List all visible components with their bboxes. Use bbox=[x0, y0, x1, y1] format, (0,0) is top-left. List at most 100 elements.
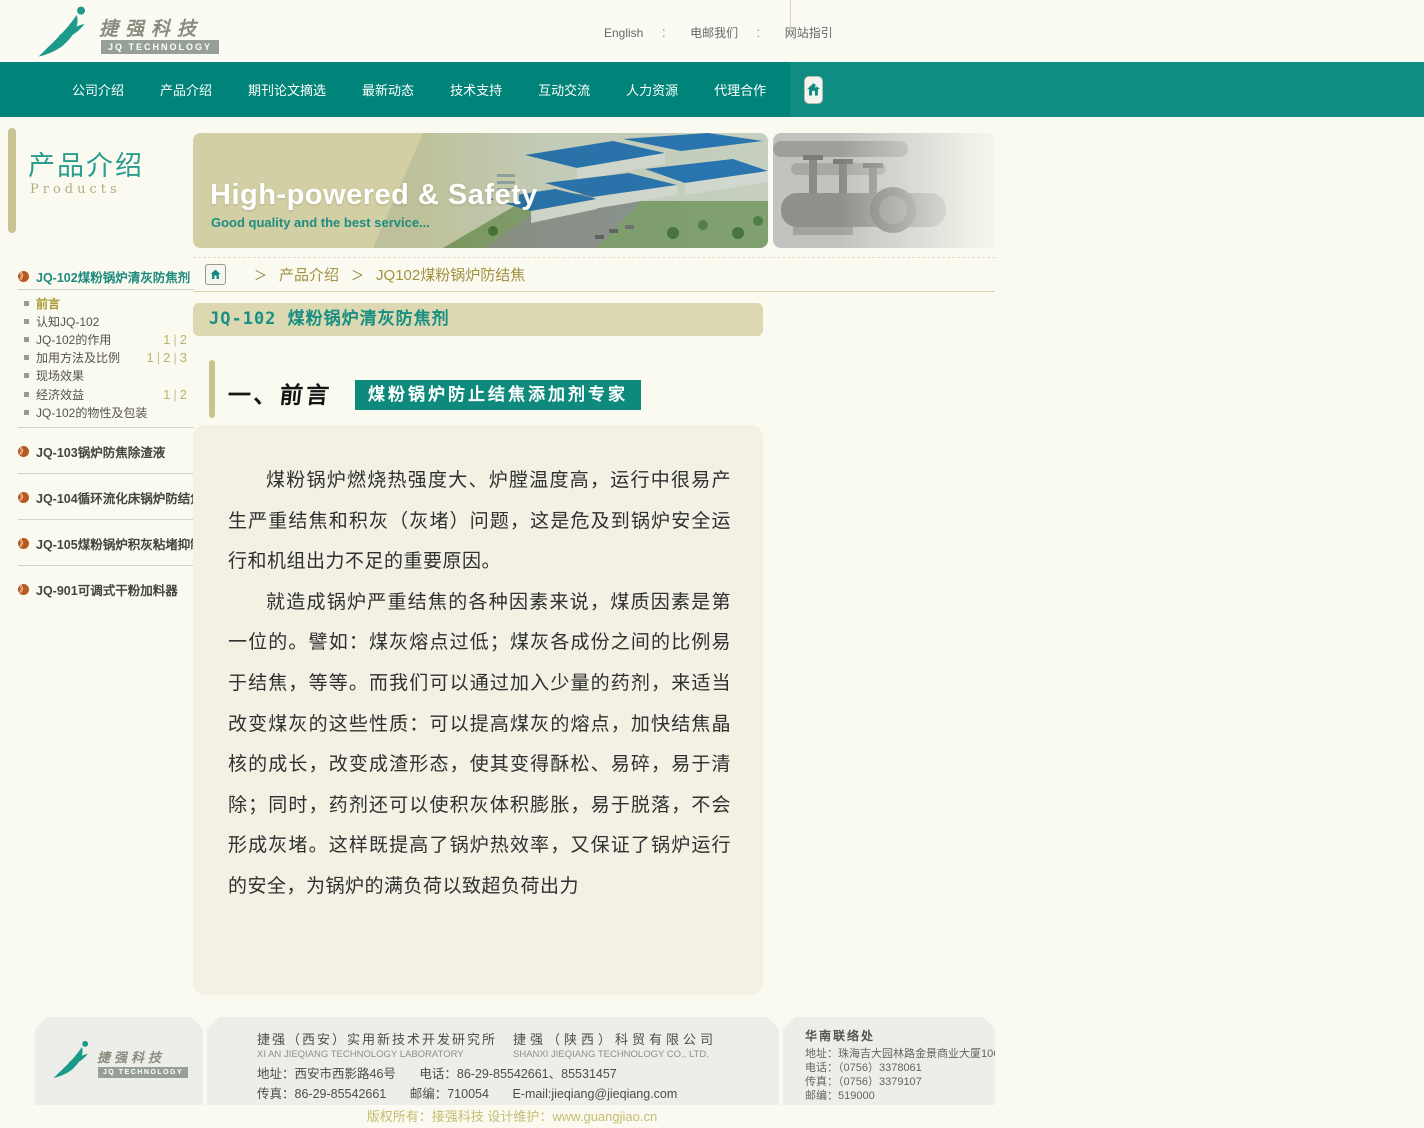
sidebar-item-label: JQ-102煤粉锅炉清灰防焦剂 bbox=[36, 267, 190, 286]
footer-south-office-card: 华南联络处 地址：珠海吉大园林路金景商业大厦10C 电话：（0756）33780… bbox=[783, 1017, 995, 1105]
sidebar-item-jq104[interactable]: 》 JQ-104循环流化床锅炉防结焦剂 bbox=[18, 473, 194, 519]
paragraph: 就造成锅炉严重结焦的各种因素来说，煤质因素是第一位的。譬如：煤灰熔点过低；煤灰各… bbox=[228, 583, 731, 908]
main-nav-items: 公司介绍 产品介绍 期刊论文摘选 最新动态 技术支持 互动交流 人力资源 代理合… bbox=[0, 62, 790, 117]
sidebar-item-row: 》 JQ-103锅炉防焦除渣液 bbox=[18, 438, 194, 464]
square-bullet-icon bbox=[24, 319, 29, 324]
sidebar-item-jq102[interactable]: 》 JQ-102煤粉锅炉清灰防焦剂 bbox=[18, 263, 194, 289]
sidebar-subitem-function[interactable]: JQ-102的作用 1| 2 bbox=[24, 330, 194, 348]
square-bullet-icon bbox=[24, 392, 29, 397]
nav-item-support[interactable]: 技术支持 bbox=[450, 80, 502, 99]
sidebar-subtitle: Products bbox=[30, 182, 121, 197]
footer-org2-cn: 捷强（陕西）科贸有限公司 bbox=[513, 1029, 717, 1048]
nav-item-journal[interactable]: 期刊论文摘选 bbox=[248, 80, 326, 99]
main-nav: 公司介绍 产品介绍 期刊论文摘选 最新动态 技术支持 互动交流 人力资源 代理合… bbox=[0, 62, 1424, 117]
sidebar-subitem-economics[interactable]: 经济效益 1|2 bbox=[24, 385, 194, 403]
header-divider bbox=[790, 0, 791, 30]
link-email-us[interactable]: 电邮我们 bbox=[690, 26, 738, 40]
footer-address: 地址：西安市西影路46号 bbox=[257, 1067, 396, 1081]
subitem-label: 现场效果 bbox=[36, 367, 84, 384]
square-bullet-icon bbox=[24, 410, 29, 415]
header: 捷强科技 JQ TECHNOLOGY English ： 电邮我们 ： 网站指引 bbox=[0, 0, 1424, 62]
sidebar-accent-bar bbox=[8, 128, 16, 233]
sidebar-item-row: 》 JQ-901可调式干粉加料器 bbox=[18, 576, 194, 602]
arrow-badge-icon: 》 bbox=[18, 492, 29, 503]
link-english[interactable]: English bbox=[604, 26, 643, 40]
nav-item-news[interactable]: 最新动态 bbox=[362, 80, 414, 99]
subitem-label: JQ-102的作用 bbox=[36, 331, 111, 348]
sidebar-item-label: JQ-103锅炉防焦除渣液 bbox=[36, 442, 165, 461]
company-logo[interactable]: 捷强科技 JQ TECHNOLOGY bbox=[35, 2, 205, 60]
sidebar-submenu: 前言 认知JQ-102 JQ-102的作用 1|2 加用方法及比例 1|2|3 … bbox=[18, 289, 194, 427]
page-separator: | bbox=[173, 387, 176, 402]
sidebar-item-jq901[interactable]: 》 JQ-901可调式干粉加料器 bbox=[18, 565, 194, 611]
sidebar-subitem-about[interactable]: 认知JQ-102 bbox=[24, 312, 194, 330]
sidebar-subitem-packaging[interactable]: JQ-102的物性及包装 bbox=[24, 403, 194, 421]
breadcrumb-products[interactable]: 产品介绍 bbox=[279, 264, 339, 285]
link-site-guide[interactable]: 网站指引 bbox=[785, 26, 833, 40]
sidebar-subitem-usage[interactable]: 加用方法及比例 1|2|3 bbox=[24, 349, 194, 367]
sidebar-item-jq105[interactable]: 》 JQ-105煤粉锅炉积灰粘堵抑制剂 bbox=[18, 519, 194, 565]
page-link[interactable]: 3 bbox=[180, 350, 187, 365]
page-link[interactable]: 1 bbox=[163, 332, 170, 347]
page-separator: | bbox=[173, 332, 176, 347]
page-separator: | bbox=[173, 350, 176, 365]
page-link[interactable]: 2 bbox=[163, 350, 170, 365]
paragraph: 煤粉锅炉燃烧热强度大、炉膛温度高，运行中很易产生严重结焦和积灰（灰堵）问题，这是… bbox=[228, 461, 731, 583]
arrow-badge-icon: 》 bbox=[18, 271, 29, 282]
footer-zip: 邮编：710054 bbox=[410, 1087, 489, 1101]
footer-fax: 传真：86-29-85542661 bbox=[257, 1087, 386, 1101]
equipment-illustration bbox=[773, 133, 995, 248]
footer-email[interactable]: E-mail:jieqiang@jieqiang.com bbox=[512, 1087, 677, 1101]
footer-org1-cn: 捷强（西安）实用新技术开发研究所 bbox=[257, 1029, 497, 1048]
copyright-link[interactable]: www.guangjiao.cn bbox=[552, 1109, 657, 1124]
page-link[interactable]: 2 bbox=[180, 387, 187, 402]
south-office-zip: 邮编：519000 bbox=[805, 1087, 875, 1103]
footer-logo-cn: 捷强科技 bbox=[97, 1047, 165, 1066]
sidebar-menu: 》 JQ-102煤粉锅炉清灰防焦剂 前言 认知JQ-102 JQ-102的作用 … bbox=[18, 263, 194, 611]
nav-item-company[interactable]: 公司介绍 bbox=[72, 80, 124, 99]
sidebar-title: 产品介绍 bbox=[28, 144, 144, 183]
sidebar-subitem-field-results[interactable]: 现场效果 bbox=[24, 367, 194, 385]
subitem-label: 前言 bbox=[36, 295, 60, 312]
subitem-label: JQ-102的物性及包装 bbox=[36, 404, 147, 421]
home-button[interactable] bbox=[804, 76, 823, 104]
copyright-text: 版权所有：接强科技 设计维护： bbox=[367, 1109, 553, 1124]
sidebar-item-row: 》 JQ-104循环流化床锅炉防结焦剂 bbox=[18, 484, 194, 510]
pagination: 1|2|3 bbox=[144, 350, 194, 365]
sidebar-item-label: JQ-105煤粉锅炉积灰粘堵抑制剂 bbox=[36, 534, 215, 553]
nav-item-hr[interactable]: 人力资源 bbox=[626, 80, 678, 99]
page-link[interactable]: 2 bbox=[180, 332, 187, 347]
page: 捷强科技 JQ TECHNOLOGY English ： 电邮我们 ： 网站指引… bbox=[0, 0, 1424, 1128]
banner-headline: High-powered & Safety bbox=[210, 179, 538, 212]
nav-item-interact[interactable]: 互动交流 bbox=[538, 80, 590, 99]
breadcrumb-home-button[interactable] bbox=[205, 264, 226, 285]
square-bullet-icon bbox=[24, 355, 29, 360]
footer-phone: 电话：86-29-85542661、85531457 bbox=[419, 1067, 616, 1081]
logo-name-cn: 捷强科技 bbox=[99, 14, 203, 41]
banner-factory-image: High-powered & Safety Good quality and t… bbox=[193, 133, 768, 248]
page-link[interactable]: 1 bbox=[163, 387, 170, 402]
footer-contact-line: 传真：86-29-85542661 邮编：710054 E-mail:jieqi… bbox=[257, 1083, 697, 1102]
sidebar-item-jq103[interactable]: 》 JQ-103锅炉防焦除渣液 bbox=[18, 427, 194, 473]
link-separator: ： bbox=[661, 26, 673, 40]
page-link[interactable]: 1 bbox=[147, 350, 154, 365]
logo-swoosh-icon bbox=[51, 1037, 97, 1081]
home-icon bbox=[209, 268, 222, 281]
south-office-title: 华南联络处 bbox=[805, 1027, 875, 1044]
subitem-label: 认知JQ-102 bbox=[36, 313, 99, 330]
footer-company-card: 捷强（西安）实用新技术开发研究所 捷强（陕西）科贸有限公司 XI AN JIEQ… bbox=[207, 1017, 779, 1105]
pagination: 1| 2 bbox=[160, 332, 194, 347]
section-title: 一、前言 bbox=[226, 376, 334, 410]
sidebar-subitem-foreword[interactable]: 前言 bbox=[24, 294, 194, 312]
nav-item-products[interactable]: 产品介绍 bbox=[160, 80, 212, 99]
sidebar-item-label: JQ-901可调式干粉加料器 bbox=[36, 580, 178, 599]
banner-tagline: Good quality and the best service... bbox=[211, 215, 430, 230]
subitem-label: 加用方法及比例 bbox=[36, 349, 120, 366]
breadcrumb-separator: ＞ bbox=[351, 265, 364, 284]
footer-logo-card: 捷强科技 JQ TECHNOLOGY bbox=[35, 1017, 203, 1105]
arrow-badge-icon: 》 bbox=[18, 446, 29, 457]
arrow-badge-icon: 》 bbox=[18, 538, 29, 549]
footer-logo-en: JQ TECHNOLOGY bbox=[98, 1067, 188, 1078]
sidebar-item-row: 》 JQ-105煤粉锅炉积灰粘堵抑制剂 bbox=[18, 530, 194, 556]
nav-item-agency[interactable]: 代理合作 bbox=[714, 80, 766, 99]
